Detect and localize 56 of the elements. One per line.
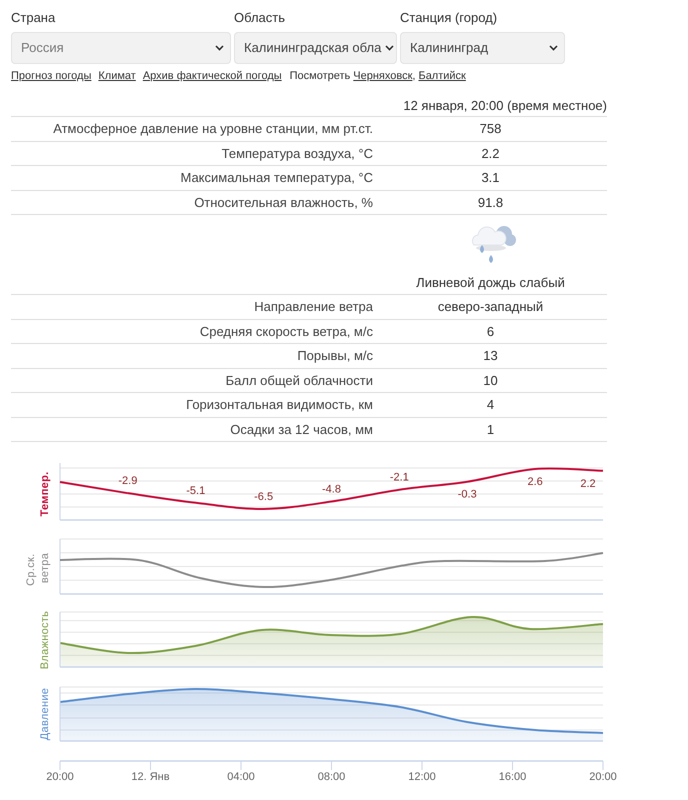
- parameter-value: северо-западный: [438, 298, 544, 316]
- parameter-value: 10: [483, 372, 498, 390]
- parameter-label: Атмосферное давление на уровне станции, мм рт.ст.: [53, 120, 373, 138]
- parameter-label: Температура воздуха, °C: [222, 144, 373, 163]
- parameter-label: Максимальная температура, °C: [180, 169, 373, 187]
- data-label: 2.6: [527, 476, 543, 488]
- see-also-label: Посмотреть: [290, 69, 350, 83]
- chevron-down-icon: [215, 45, 224, 51]
- chevron-down-icon: [549, 45, 558, 51]
- weather-description: Ливневой дождь слабый: [416, 275, 565, 291]
- parameter-label: Осадки за 12 часов, мм: [230, 420, 373, 439]
- link[interactable]: Климат: [98, 69, 136, 83]
- data-label: -5.1: [186, 484, 206, 497]
- data-label: -0.3: [458, 488, 477, 501]
- parameter-value: 3.1: [481, 169, 500, 187]
- axis-tick-label: 08:00: [318, 771, 346, 783]
- data-label: -4.8: [322, 484, 341, 496]
- parameter-value: 6: [486, 322, 494, 340]
- separator-text: ,: [412, 69, 416, 83]
- dropdown[interactable]: Калининградская обла: [234, 32, 397, 64]
- axis-tick-label: 20:00: [589, 771, 617, 783]
- data-label: -6.5: [254, 491, 274, 503]
- axis-tick-label: 16:00: [498, 771, 526, 783]
- observation-time: 12 января, 20:00 (время местное): [403, 96, 607, 115]
- data-label: -2.1: [390, 472, 409, 484]
- axis-title: Давление: [39, 688, 51, 740]
- parameter-label: Направление ветра: [254, 298, 373, 316]
- axis-title: Ср.ск. ветра: [25, 552, 51, 586]
- link[interactable]: Балтийск: [418, 69, 466, 83]
- parameter-value: 2.2: [481, 144, 500, 162]
- parameter-value: 4: [486, 396, 494, 414]
- parameter-value: 758: [480, 120, 502, 138]
- axis-title: Темпер.: [39, 472, 51, 516]
- chevron-down-icon: [385, 45, 394, 51]
- link[interactable]: Архив фактической погоды: [142, 69, 282, 83]
- link[interactable]: Прогноз погоды: [11, 69, 92, 83]
- data-label: 2.2: [580, 478, 596, 490]
- field-label: Область: [234, 10, 286, 26]
- parameter-label: Относительная влажность, %: [194, 194, 373, 212]
- axis-tick-label: 12:00: [408, 771, 436, 783]
- parameter-label: Балл общей облачности: [226, 372, 373, 390]
- parameter-value: 91.8: [478, 194, 504, 212]
- data-label: -2.9: [118, 475, 138, 488]
- axis-tick-label: 12. Янв: [131, 771, 170, 783]
- field-label: Страна: [11, 10, 56, 26]
- link[interactable]: Черняховск: [353, 69, 412, 83]
- parameter-value: 1: [486, 420, 494, 438]
- parameter-label: Горизонтальная видимость, км: [186, 396, 373, 414]
- parameter-label: Порывы, м/с: [297, 347, 373, 365]
- field-label: Станция (город): [400, 10, 498, 26]
- axis-tick-label: 04:00: [227, 771, 255, 783]
- parameter-label: Средняя скорость ветра, м/с: [200, 322, 373, 341]
- axis-title: Влажность: [39, 610, 51, 670]
- axis-tick-label: 20:00: [46, 771, 74, 783]
- parameter-value: 13: [483, 347, 498, 365]
- dropdown[interactable]: Калининград: [400, 32, 565, 64]
